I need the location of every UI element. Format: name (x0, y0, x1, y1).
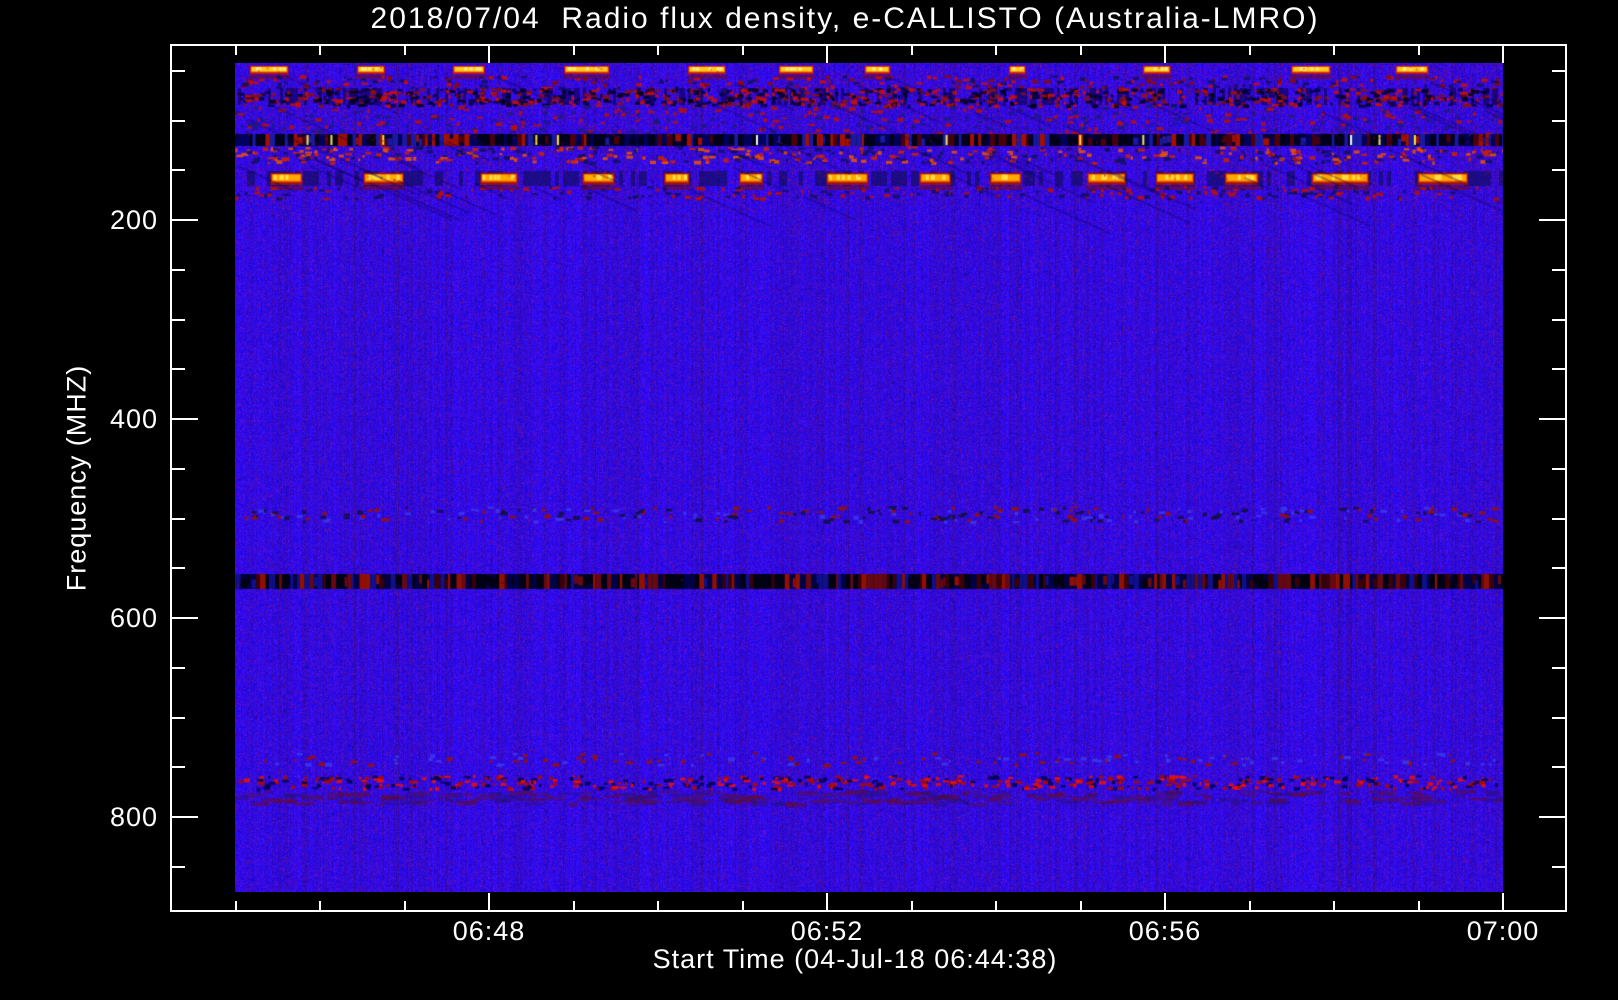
tick-mark (826, 893, 828, 910)
y-tick-label: 800 (109, 802, 158, 832)
tick-mark (911, 901, 913, 910)
tick-mark (1502, 46, 1504, 63)
tick-mark (573, 46, 575, 55)
tick-mark (1552, 269, 1565, 271)
tick-mark (1539, 219, 1565, 221)
tick-mark (1333, 46, 1335, 55)
tick-mark (1552, 518, 1565, 520)
tick-mark (172, 717, 185, 719)
tick-mark (1539, 617, 1565, 619)
tick-mark (657, 901, 659, 910)
tick-mark (1552, 667, 1565, 669)
chart-title: 2018/07/04 Radio flux density, e-CALLIST… (370, 2, 1320, 35)
tick-mark (172, 120, 185, 122)
x-tick-label: 06:52 (790, 916, 864, 946)
y-tick-label: 200 (109, 205, 158, 235)
tick-mark (172, 468, 185, 470)
tick-mark (1539, 418, 1565, 420)
spectrogram-page: 2018/07/04 Radio flux density, e-CALLIST… (0, 0, 1618, 1000)
tick-mark (1539, 816, 1565, 818)
plot-frame (170, 44, 1567, 912)
tick-mark (995, 46, 997, 55)
tick-mark (911, 46, 913, 55)
x-tick-label: 07:00 (1466, 916, 1540, 946)
tick-mark (1164, 893, 1166, 910)
x-axis-label: Start Time (04-Jul-18 06:44:38) (652, 944, 1058, 974)
tick-mark (1333, 901, 1335, 910)
tick-mark (742, 46, 744, 55)
tick-mark (1552, 468, 1565, 470)
tick-mark (1552, 368, 1565, 370)
tick-mark (1552, 169, 1565, 171)
tick-mark (235, 46, 237, 55)
tick-mark (404, 46, 406, 55)
y-axis-label: Frequency (MHZ) (61, 364, 92, 592)
tick-mark (235, 901, 237, 910)
x-tick-label: 06:48 (452, 916, 526, 946)
tick-mark (172, 169, 185, 171)
tick-mark (172, 418, 198, 420)
tick-mark (404, 901, 406, 910)
tick-mark (995, 901, 997, 910)
tick-mark (826, 46, 828, 63)
tick-mark (1080, 901, 1082, 910)
tick-mark (488, 46, 490, 63)
tick-mark (172, 866, 185, 868)
tick-mark (1080, 46, 1082, 55)
tick-mark (172, 269, 185, 271)
tick-mark (1552, 120, 1565, 122)
tick-mark (319, 46, 321, 55)
tick-mark (172, 219, 198, 221)
tick-mark (1552, 866, 1565, 868)
tick-mark (172, 567, 185, 569)
tick-mark (1164, 46, 1166, 63)
tick-mark (657, 46, 659, 55)
tick-mark (1249, 46, 1251, 55)
tick-mark (172, 518, 185, 520)
tick-mark (1418, 901, 1420, 910)
tick-mark (319, 901, 321, 910)
tick-mark (1552, 567, 1565, 569)
tick-mark (1552, 319, 1565, 321)
y-tick-label: 600 (109, 603, 158, 633)
tick-mark (1418, 46, 1420, 55)
tick-mark (1552, 717, 1565, 719)
tick-mark (172, 368, 185, 370)
tick-mark (172, 667, 185, 669)
tick-mark (573, 901, 575, 910)
tick-mark (1552, 70, 1565, 72)
tick-mark (488, 893, 490, 910)
tick-mark (172, 617, 198, 619)
tick-mark (742, 901, 744, 910)
tick-mark (172, 319, 185, 321)
tick-mark (172, 766, 185, 768)
tick-mark (172, 70, 185, 72)
tick-mark (1249, 901, 1251, 910)
tick-mark (1502, 893, 1504, 910)
tick-mark (172, 816, 198, 818)
tick-mark (1552, 766, 1565, 768)
x-tick-label: 06:56 (1128, 916, 1202, 946)
